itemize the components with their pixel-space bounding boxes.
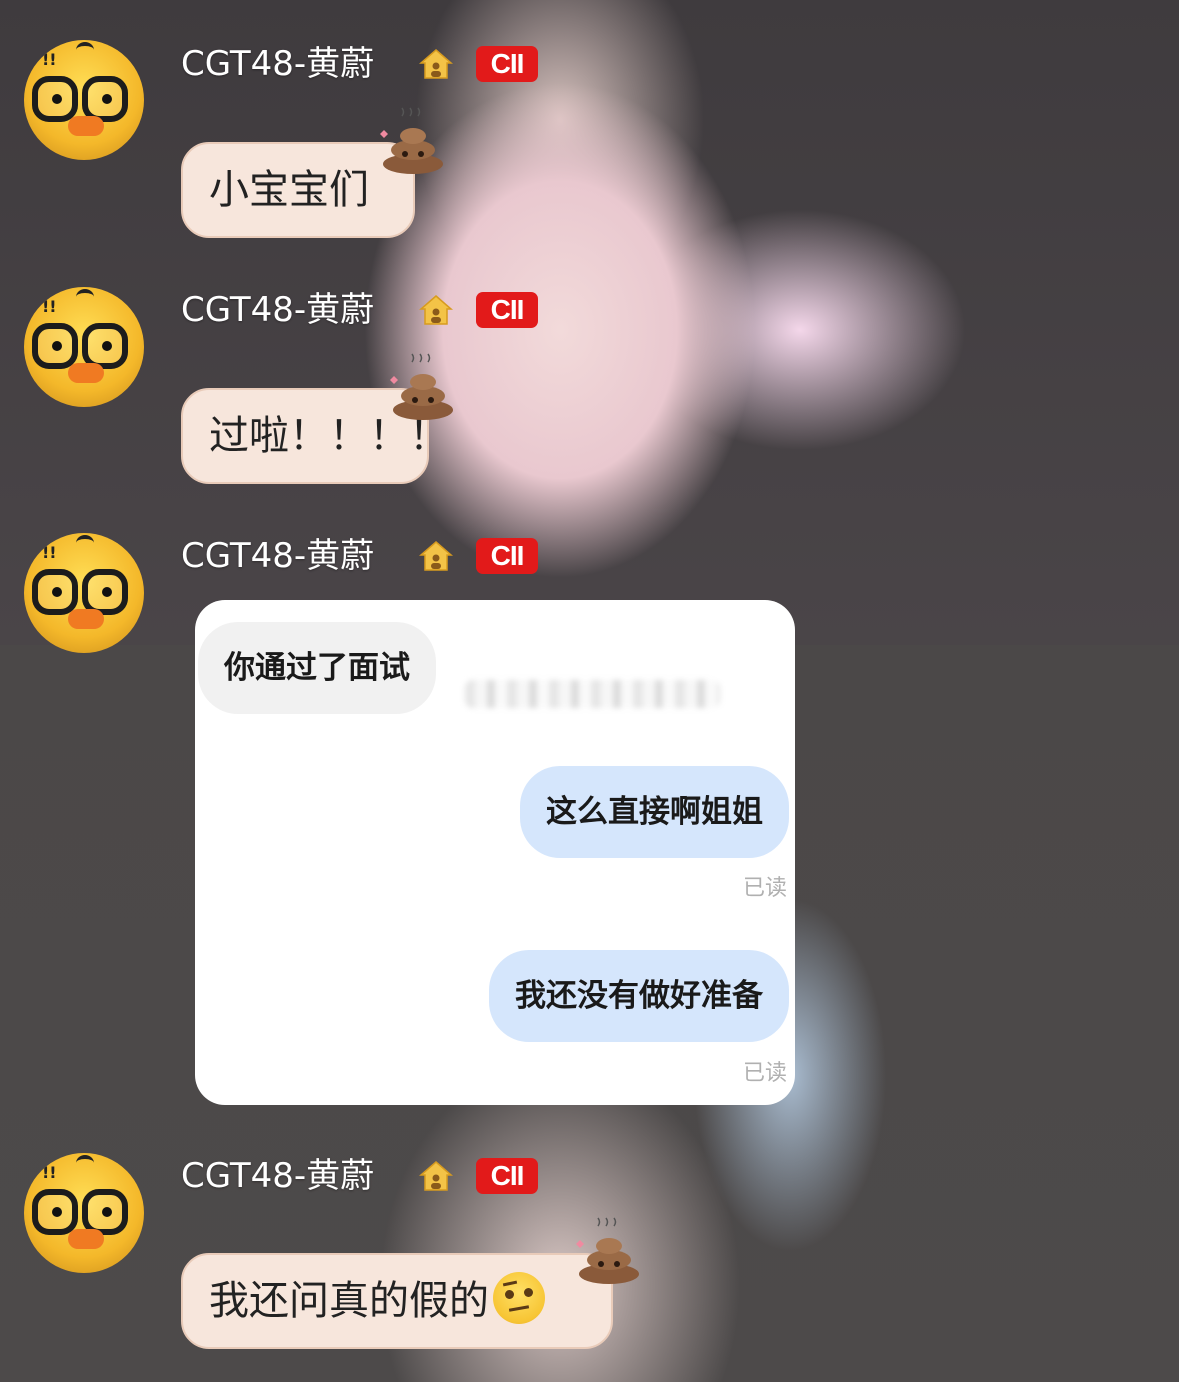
- read-receipt: 已读: [742, 1061, 787, 1086]
- poop-icon: [390, 353, 453, 420]
- redacted-text: [465, 680, 720, 708]
- avatar[interactable]: !!: [24, 533, 144, 653]
- livestream-background-top: [0, 0, 1179, 645]
- avatar[interactable]: !!: [24, 40, 144, 160]
- member-badge: CII: [476, 538, 538, 574]
- outgoing-message-bubble: 我还没有做好准备: [489, 950, 789, 1042]
- sender-name: CGT48-黄蔚: [181, 44, 375, 84]
- poop-icon: [576, 1217, 639, 1284]
- sender-name: CGT48-黄蔚: [181, 536, 375, 576]
- house-icon: [418, 295, 454, 325]
- member-badge: CII: [476, 1158, 538, 1194]
- avatar[interactable]: !!: [24, 287, 144, 407]
- member-badge: CII: [476, 292, 538, 328]
- chat-screenshot-image[interactable]: 你通过了面试 这么直接啊姐姐 已读 我还没有做好准备 已读: [195, 600, 795, 1105]
- outgoing-message-bubble: 这么直接啊姐姐: [520, 766, 789, 858]
- poop-icon: [380, 107, 443, 174]
- sender-name: CGT48-黄蔚: [181, 1156, 375, 1196]
- avatar[interactable]: !!: [24, 1153, 144, 1273]
- raised-eyebrow-emoji: [493, 1272, 545, 1324]
- house-icon: [418, 541, 454, 571]
- house-icon: [418, 49, 454, 79]
- sender-name: CGT48-黄蔚: [181, 290, 375, 330]
- house-icon: [418, 1161, 454, 1191]
- message-bubble: 我还问真的假的: [181, 1253, 613, 1349]
- member-badge: CII: [476, 46, 538, 82]
- incoming-message-bubble: 你通过了面试: [198, 622, 436, 714]
- message-text: 我还问真的假的: [209, 1278, 489, 1324]
- read-receipt: 已读: [742, 876, 787, 901]
